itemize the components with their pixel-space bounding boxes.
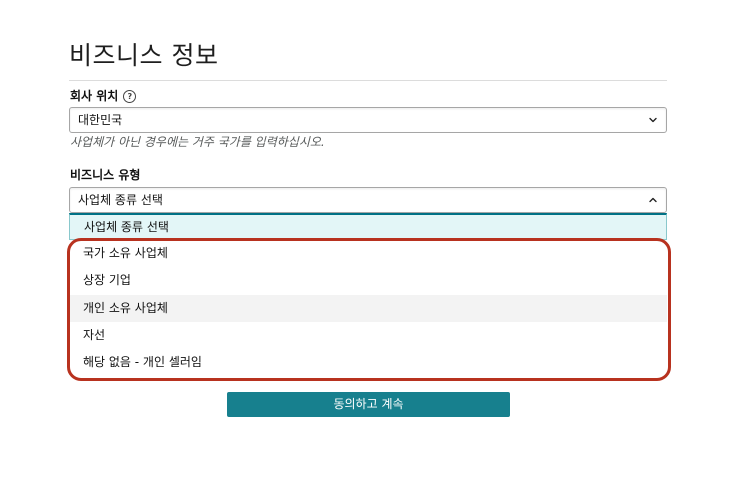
business-type-label-text: 비즈니스 유형 [70, 168, 141, 182]
company-location-label-text: 회사 위치 [70, 89, 119, 103]
chevron-up-icon [649, 197, 657, 203]
business-type-label: 비즈니스 유형 [70, 167, 140, 183]
company-location-value: 대한민국 [78, 113, 123, 127]
business-info-page: 비즈니스 정보 회사 위치 ? 대한민국 사업체가 아닌 경우에는 거주 국가를… [0, 0, 753, 477]
dropdown-option-state-owned[interactable]: 국가 소유 사업체 [69, 240, 667, 267]
title-divider [69, 80, 667, 81]
company-location-label: 회사 위치 ? [70, 88, 137, 104]
business-type-value: 사업체 종류 선택 [78, 193, 163, 207]
agree-continue-button[interactable]: 동의하고 계속 [227, 392, 510, 417]
dropdown-option-individual-seller[interactable]: 해당 없음 - 개인 셀러임 [69, 349, 667, 376]
business-type-dropdown: 사업체 종류 선택 국가 소유 사업체 상장 기업 개인 소유 사업체 자선 해… [69, 213, 667, 378]
company-location-hint: 사업체가 아닌 경우에는 거주 국가를 입력하십시오. [70, 135, 325, 149]
dropdown-option-select-type[interactable]: 사업체 종류 선택 [69, 213, 667, 240]
page-title: 비즈니스 정보 [69, 41, 219, 70]
dropdown-option-private-company[interactable]: 개인 소유 사업체 [69, 295, 667, 322]
company-location-select[interactable]: 대한민국 [69, 107, 667, 133]
question-circle-icon[interactable]: ? [123, 89, 137, 103]
business-type-select[interactable]: 사업체 종류 선택 [69, 187, 667, 213]
chevron-down-icon [649, 117, 657, 123]
dropdown-option-charity[interactable]: 자선 [69, 322, 667, 349]
dropdown-option-public-company[interactable]: 상장 기업 [69, 267, 667, 294]
